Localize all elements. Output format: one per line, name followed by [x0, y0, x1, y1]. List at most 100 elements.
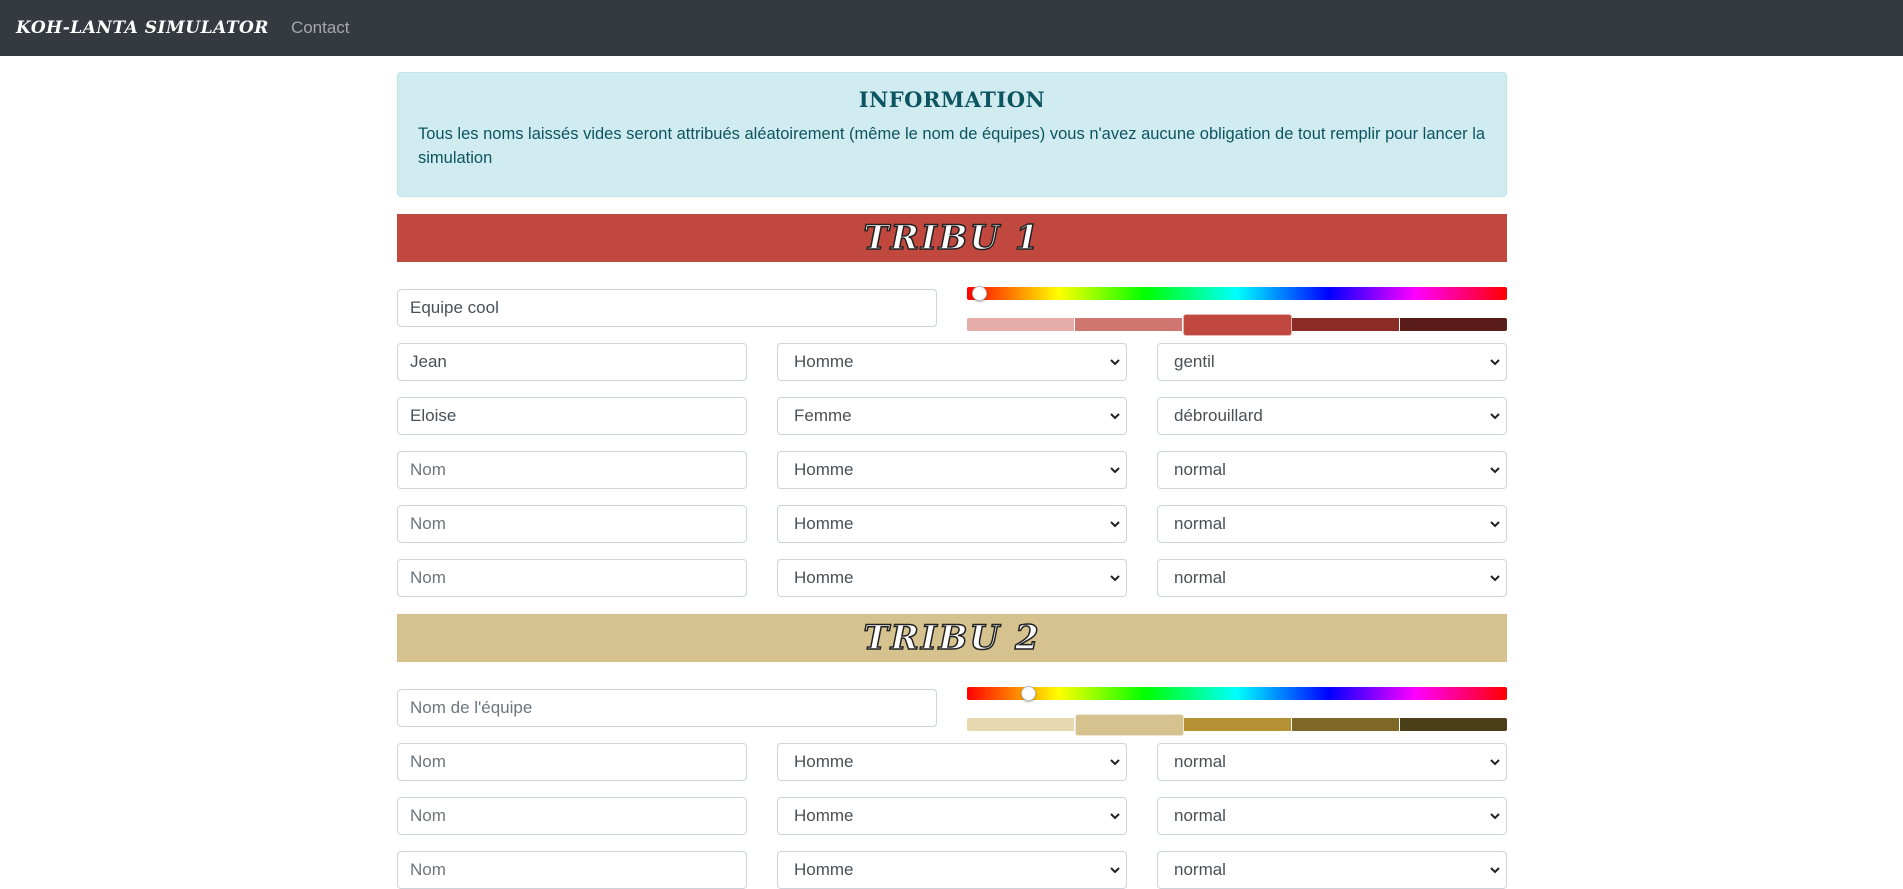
- trait-select[interactable]: normal: [1157, 797, 1507, 835]
- team-row: Equipe cool: [397, 286, 1507, 336]
- member-name-input[interactable]: Nom: [397, 743, 747, 781]
- member-name-input[interactable]: Nom: [397, 505, 747, 543]
- shade-swatch[interactable]: [1400, 718, 1507, 731]
- info-alert: Information Tous les noms laissés vides …: [397, 72, 1507, 197]
- chevron-down-icon: [1490, 810, 1500, 822]
- gender-select[interactable]: Homme: [777, 451, 1127, 489]
- tribe-title: Tribu 2: [863, 617, 1041, 659]
- gender-select[interactable]: Homme: [777, 343, 1127, 381]
- color-picker: [967, 686, 1507, 736]
- shade-swatch[interactable]: [1183, 314, 1292, 336]
- gender-value: Homme: [794, 352, 854, 371]
- trait-value: normal: [1174, 460, 1226, 479]
- hue-slider[interactable]: [967, 686, 1507, 701]
- trait-select[interactable]: normal: [1157, 559, 1507, 597]
- shade-swatch[interactable]: [967, 318, 1075, 331]
- gender-select[interactable]: Homme: [777, 743, 1127, 781]
- gender-value: Homme: [794, 860, 854, 879]
- trait-value: normal: [1174, 568, 1226, 587]
- trait-select[interactable]: normal: [1157, 505, 1507, 543]
- tribe-title: Tribu 1: [863, 217, 1041, 259]
- trait-select[interactable]: débrouillard: [1157, 397, 1507, 435]
- member-row: Nom Homme normal: [397, 505, 1507, 543]
- hue-slider-thumb[interactable]: [1021, 686, 1036, 701]
- member-name-input[interactable]: Nom: [397, 559, 747, 597]
- navbar: Koh-Lanta Simulator Contact: [0, 0, 1903, 56]
- member-row: Eloise Femme débrouillard: [397, 397, 1507, 435]
- team-row: Nom de l'équipe: [397, 686, 1507, 736]
- trait-value: normal: [1174, 806, 1226, 825]
- trait-select[interactable]: normal: [1157, 451, 1507, 489]
- info-title: Information: [858, 87, 1046, 112]
- chevron-down-icon: [1110, 756, 1120, 768]
- trait-value: normal: [1174, 860, 1226, 879]
- member-name-input[interactable]: Nom: [397, 851, 747, 889]
- trait-value: gentil: [1174, 352, 1215, 371]
- gender-value: Femme: [794, 406, 852, 425]
- shade-swatch[interactable]: [1184, 718, 1292, 731]
- shade-swatch[interactable]: [1292, 318, 1400, 331]
- chevron-down-icon: [1490, 864, 1500, 876]
- team-name-input[interactable]: Equipe cool: [397, 289, 937, 327]
- tribe-header: Tribu 1: [397, 214, 1507, 262]
- shade-swatch[interactable]: [967, 718, 1075, 731]
- gender-value: Homme: [794, 806, 854, 825]
- shade-swatch[interactable]: [1075, 318, 1183, 331]
- gender-select[interactable]: Homme: [777, 851, 1127, 889]
- chevron-down-icon: [1490, 464, 1500, 476]
- chevron-down-icon: [1490, 410, 1500, 422]
- member-row: Nom Homme normal: [397, 451, 1507, 489]
- team-name-input[interactable]: Nom de l'équipe: [397, 689, 937, 727]
- shade-swatch[interactable]: [1292, 718, 1400, 731]
- trait-value: débrouillard: [1174, 406, 1263, 425]
- gender-value: Homme: [794, 514, 854, 533]
- brand-logo[interactable]: Koh-Lanta Simulator: [16, 18, 269, 38]
- member-name-input[interactable]: Jean: [397, 343, 747, 381]
- chevron-down-icon: [1110, 810, 1120, 822]
- gender-value: Homme: [794, 460, 854, 479]
- shade-swatch[interactable]: [1400, 318, 1507, 331]
- chevron-down-icon: [1490, 518, 1500, 530]
- gender-select[interactable]: Homme: [777, 559, 1127, 597]
- gender-select[interactable]: Homme: [777, 505, 1127, 543]
- shade-swatch[interactable]: [1075, 714, 1184, 736]
- trait-value: normal: [1174, 752, 1226, 771]
- trait-select[interactable]: gentil: [1157, 343, 1507, 381]
- tribe-header: Tribu 2: [397, 614, 1507, 662]
- gender-select[interactable]: Femme: [777, 397, 1127, 435]
- chevron-down-icon: [1110, 518, 1120, 530]
- tribe-section: Tribu 2 Nom de l'équipe Nom Homme normal Nom H…: [397, 614, 1507, 889]
- member-row: Nom Homme normal: [397, 743, 1507, 781]
- member-row: Jean Homme gentil: [397, 343, 1507, 381]
- shade-swatches: [967, 314, 1507, 336]
- member-row: Nom Homme normal: [397, 797, 1507, 835]
- gender-value: Homme: [794, 752, 854, 771]
- color-picker: [967, 286, 1507, 336]
- info-text: Tous les noms laissés vides seront attri…: [418, 125, 1486, 167]
- nav-contact-link[interactable]: Contact: [291, 18, 350, 38]
- hue-slider[interactable]: [967, 286, 1507, 301]
- gender-value: Homme: [794, 568, 854, 587]
- trait-select[interactable]: normal: [1157, 743, 1507, 781]
- chevron-down-icon: [1490, 356, 1500, 368]
- member-row: Nom Homme normal: [397, 559, 1507, 597]
- member-row: Nom Homme normal: [397, 851, 1507, 889]
- member-name-input[interactable]: Nom: [397, 451, 747, 489]
- chevron-down-icon: [1110, 864, 1120, 876]
- chevron-down-icon: [1490, 756, 1500, 768]
- main-container: Information Tous les noms laissés vides …: [397, 72, 1507, 889]
- trait-value: normal: [1174, 514, 1226, 533]
- hue-slider-thumb[interactable]: [972, 286, 987, 301]
- chevron-down-icon: [1110, 572, 1120, 584]
- tribe-section: Tribu 1 Equipe cool Jean Homme gentil Eloise F…: [397, 214, 1507, 597]
- chevron-down-icon: [1110, 356, 1120, 368]
- chevron-down-icon: [1490, 572, 1500, 584]
- member-name-input[interactable]: Nom: [397, 797, 747, 835]
- gender-select[interactable]: Homme: [777, 797, 1127, 835]
- chevron-down-icon: [1110, 410, 1120, 422]
- shade-swatches: [967, 714, 1507, 736]
- chevron-down-icon: [1110, 464, 1120, 476]
- tribes-list: Tribu 1 Equipe cool Jean Homme gentil Eloise F…: [397, 214, 1507, 889]
- trait-select[interactable]: normal: [1157, 851, 1507, 889]
- member-name-input[interactable]: Eloise: [397, 397, 747, 435]
